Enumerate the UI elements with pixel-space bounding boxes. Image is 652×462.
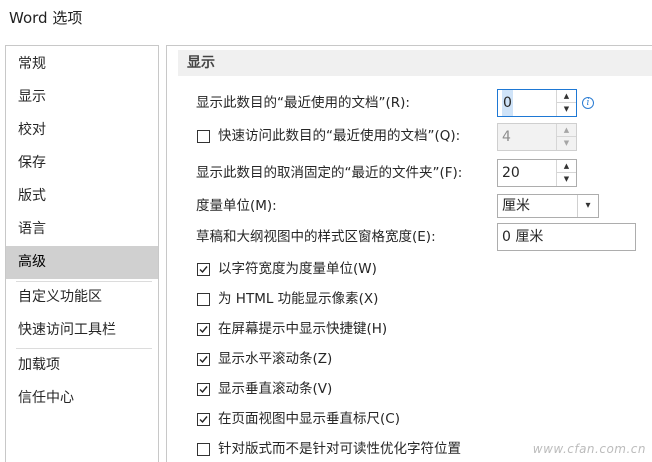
spin-down-icon: ▼ [563,139,570,147]
style-area-width-value[interactable]: 0 厘米 [502,224,543,250]
spin-down-icon[interactable]: ▼ [557,173,576,186]
checkbox-horizontal-scrollbar-label: 显示水平滚动条(Z) [218,351,333,367]
spin-up-icon[interactable]: ▲ [557,90,576,103]
window-title: Word 选项 [9,9,83,27]
checkbox-shortcut-keys-label: 在屏幕提示中显示快捷键(H) [218,321,388,337]
sidebar-item-advanced[interactable]: 高级 [6,246,158,279]
section-title-display: 显示 [178,50,652,76]
sidebar-item-addins[interactable]: 加载项 [6,349,158,382]
sidebar-item-proofing[interactable]: 校对 [6,114,158,147]
sidebar-item-customize-ribbon[interactable]: 自定义功能区 [6,281,158,314]
spinner-arrows: ▲ ▼ [556,160,576,186]
checkbox-html-pixels[interactable] [197,293,210,306]
recent-docs-value[interactable]: 0 [502,90,513,116]
sidebar-item-quick-access-toolbar[interactable]: 快速访问工具栏 [6,314,158,347]
checkbox-vertical-ruler[interactable] [197,413,210,426]
recent-docs-label: 显示此数目的“最近使用的文档”(R): [196,95,410,111]
spin-up-icon[interactable]: ▲ [557,160,576,173]
unpinned-folders-value[interactable]: 20 [502,160,520,186]
quick-access-spinner[interactable]: 4 ▲ ▼ [497,123,577,151]
quick-access-checkbox[interactable] [197,130,210,143]
quick-access-label: 快速访问此数目的“最近使用的文档”(Q): [218,128,461,144]
checkbox-vertical-scrollbar[interactable] [197,383,210,396]
measure-units-value: 厘米 [502,198,530,214]
checkbox-optimize-layout-label: 针对版式而不是针对可读性优化字符位置 [218,441,461,457]
spinner-arrows: ▲ ▼ [556,124,576,150]
recent-docs-spinner[interactable]: 0 ▲ ▼ [497,89,577,117]
spin-up-icon: ▲ [557,124,576,137]
checkbox-shortcut-keys[interactable] [197,323,210,336]
checkbox-horizontal-scrollbar[interactable] [197,353,210,366]
style-area-width-label: 草稿和大纲视图中的样式区窗格宽度(E): [196,229,436,245]
sidebar-item-general[interactable]: 常规 [6,48,158,81]
sidebar-item-typography[interactable]: 版式 [6,180,158,213]
chevron-down-icon[interactable]: ▾ [577,195,598,217]
spin-down-icon[interactable]: ▼ [557,103,576,116]
info-icon[interactable]: i [582,97,594,109]
checkbox-char-width-units-label: 以字符宽度为度量单位(W) [218,261,377,277]
options-sidebar: 常规 显示 校对 保存 版式 语言 高级 自定义功能区 快速访问工具栏 加载项 … [5,45,159,462]
checkbox-html-pixels-label: 为 HTML 功能显示像素(X) [218,291,379,307]
style-area-width-input[interactable]: 0 厘米 [497,223,636,251]
checkbox-vertical-ruler-label: 在页面视图中显示垂直标尺(C) [218,411,400,427]
measure-units-select[interactable]: 厘米 ▾ [497,194,599,218]
watermark: www.cfan.com.cn [532,442,646,456]
sidebar-item-trust-center[interactable]: 信任中心 [6,382,158,415]
checkbox-vertical-scrollbar-label: 显示垂直滚动条(V) [218,381,333,397]
checkbox-optimize-layout[interactable] [197,443,210,456]
checkbox-char-width-units[interactable] [197,263,210,276]
sidebar-item-language[interactable]: 语言 [6,213,158,246]
unpinned-folders-spinner[interactable]: 20 ▲ ▼ [497,159,577,187]
advanced-options-panel: 显示 显示此数目的“最近使用的文档”(R): 0 ▲ ▼ i 快速访问此数目的“… [166,45,652,462]
unpinned-folders-label: 显示此数目的取消固定的“最近的文件夹”(F): [196,165,463,181]
spinner-arrows: ▲ ▼ [556,90,576,116]
sidebar-item-save[interactable]: 保存 [6,147,158,180]
measure-units-label: 度量单位(M): [196,198,277,214]
sidebar-item-display[interactable]: 显示 [6,81,158,114]
quick-access-value: 4 [502,129,511,145]
